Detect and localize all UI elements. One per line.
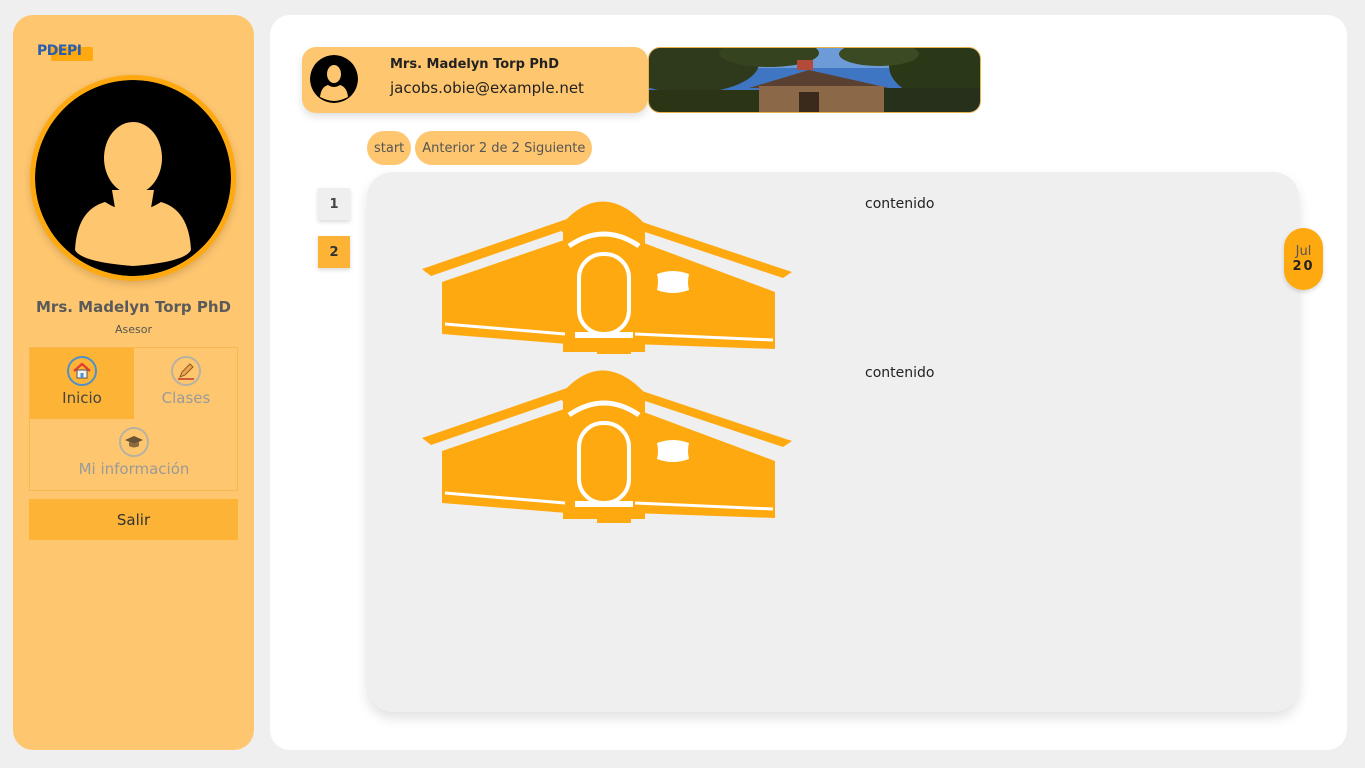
graduation-cap-icon bbox=[119, 427, 149, 457]
sidebar-item-clases[interactable]: Clases bbox=[134, 348, 238, 419]
pencil-icon bbox=[171, 356, 201, 386]
logo-text: PDEPI bbox=[37, 43, 82, 59]
date-badge: Jul 20 bbox=[1284, 228, 1323, 290]
sidebar-user-role: Asesor bbox=[114, 323, 152, 336]
profile-avatar bbox=[30, 75, 236, 281]
sidebar-menu: Inicio Clases Mi información bbox=[29, 347, 238, 491]
user-silhouette-icon bbox=[310, 55, 358, 103]
post-image[interactable] bbox=[417, 353, 797, 523]
page-tab-1[interactable]: 1 bbox=[318, 188, 350, 220]
post-content-text: contenido bbox=[865, 365, 935, 381]
date-day: 20 bbox=[1292, 259, 1315, 274]
main-content: Mrs. Madelyn Torp PhD jacobs.obie@exampl… bbox=[270, 15, 1347, 750]
post-image[interactable] bbox=[417, 184, 797, 356]
banner-image bbox=[648, 47, 981, 113]
sidebar: PDEPI Mrs. Madelyn Torp PhD Asesor Inici… bbox=[13, 15, 254, 750]
building-facade-illustration bbox=[422, 201, 792, 356]
content-panel: contenido contenido bbox=[367, 172, 1299, 712]
profile-email: jacobs.obie@example.net bbox=[390, 79, 584, 97]
post-content-text: contenido bbox=[865, 196, 935, 212]
start-button[interactable]: start bbox=[367, 131, 412, 165]
sidebar-item-label: Clases bbox=[161, 389, 211, 407]
user-silhouette-icon bbox=[35, 80, 231, 276]
profile-name: Mrs. Madelyn Torp PhD bbox=[390, 57, 559, 72]
pagination: start Anterior 2 de 2 Siguiente bbox=[367, 131, 593, 165]
sidebar-item-label: Inicio bbox=[62, 389, 102, 407]
page-tab-2[interactable]: 2 bbox=[318, 236, 350, 268]
profile-card: Mrs. Madelyn Torp PhD jacobs.obie@exampl… bbox=[302, 47, 648, 113]
logout-button[interactable]: Salir bbox=[29, 499, 238, 540]
sidebar-item-mi-informacion[interactable]: Mi información bbox=[30, 419, 238, 491]
avatar bbox=[310, 55, 358, 103]
page-nav-button[interactable]: Anterior 2 de 2 Siguiente bbox=[415, 131, 593, 165]
sidebar-user-name: Mrs. Madelyn Torp PhD bbox=[36, 298, 231, 316]
sidebar-item-label: Mi información bbox=[78, 460, 190, 478]
app-logo[interactable]: PDEPI bbox=[37, 43, 95, 65]
building-facade-illustration bbox=[422, 370, 792, 523]
sidebar-item-inicio[interactable]: Inicio bbox=[30, 348, 134, 419]
date-month: Jul bbox=[1295, 244, 1312, 259]
home-icon bbox=[67, 356, 97, 386]
